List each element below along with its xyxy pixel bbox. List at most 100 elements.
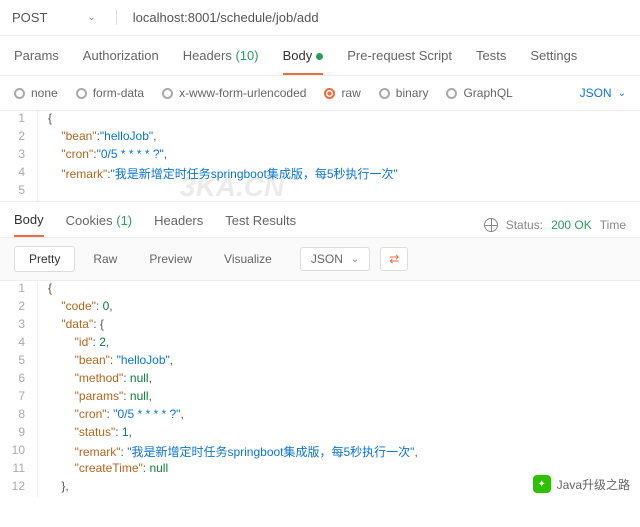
wrap-lines-button[interactable]: ⇄ bbox=[380, 247, 408, 271]
code-text: { bbox=[48, 111, 52, 125]
resp-tab-headers[interactable]: Headers bbox=[154, 213, 203, 236]
radio-icon bbox=[162, 88, 173, 99]
code-text: : bbox=[123, 389, 130, 403]
tab-prerequest[interactable]: Pre-request Script bbox=[347, 48, 452, 75]
code-text: null bbox=[130, 389, 149, 403]
line-number: 8 bbox=[0, 407, 38, 425]
code-text: , bbox=[109, 299, 112, 313]
radio-binary-label: binary bbox=[396, 86, 429, 100]
code-text: , bbox=[129, 425, 132, 439]
code-text: "createTime" bbox=[75, 461, 143, 475]
tab-headers[interactable]: Headers (10) bbox=[183, 48, 259, 75]
line-number: 12 bbox=[0, 479, 38, 497]
status-label: Status: bbox=[506, 218, 543, 232]
raw-button[interactable]: Raw bbox=[79, 247, 131, 271]
code-text: : bbox=[115, 425, 122, 439]
http-method-select[interactable]: POST ⌄ bbox=[12, 10, 117, 25]
radio-icon bbox=[446, 88, 457, 99]
code-text: "bean" bbox=[61, 129, 96, 143]
line-number: 7 bbox=[0, 389, 38, 407]
radio-none[interactable]: none bbox=[14, 86, 58, 100]
method-label: POST bbox=[12, 10, 47, 25]
preview-button[interactable]: Preview bbox=[135, 247, 206, 271]
response-editor[interactable]: 1{ 2 "code": 0, 3 "data": { 4 "id": 2, 5… bbox=[0, 281, 640, 497]
line-number: 4 bbox=[0, 335, 38, 353]
code-text: : { bbox=[93, 317, 104, 331]
code-text: "helloJob" bbox=[100, 129, 153, 143]
line-number: 5 bbox=[0, 183, 38, 201]
globe-icon[interactable] bbox=[484, 218, 498, 232]
tab-authorization[interactable]: Authorization bbox=[83, 48, 159, 75]
code-text: 2 bbox=[99, 335, 106, 349]
code-text: , bbox=[164, 147, 167, 161]
code-text: "remark" bbox=[61, 167, 107, 181]
code-text: "cron" bbox=[75, 407, 107, 421]
response-format-select[interactable]: JSON ⌄ bbox=[300, 247, 370, 271]
request-editor[interactable]: 1{ 2 "bean":"helloJob", 3 "cron":"0/5 * … bbox=[0, 111, 640, 201]
code-text: "0/5 * * * * ?" bbox=[113, 407, 180, 421]
code-text: : bbox=[123, 371, 130, 385]
chevron-down-icon: ⌄ bbox=[351, 254, 359, 265]
radio-graphql[interactable]: GraphQL bbox=[446, 86, 512, 100]
line-number: 1 bbox=[0, 281, 38, 299]
code-text: , bbox=[149, 371, 152, 385]
radio-raw[interactable]: raw bbox=[324, 86, 360, 100]
radio-icon bbox=[76, 88, 87, 99]
radio-graphql-label: GraphQL bbox=[463, 86, 512, 100]
resp-tab-body[interactable]: Body bbox=[14, 212, 44, 237]
resp-tab-cookies[interactable]: Cookies (1) bbox=[66, 213, 132, 236]
line-number: 2 bbox=[0, 129, 38, 147]
visualize-button[interactable]: Visualize bbox=[210, 247, 286, 271]
line-number: 3 bbox=[0, 147, 38, 165]
resp-cookies-label: Cookies bbox=[66, 213, 113, 228]
line-number: 9 bbox=[0, 425, 38, 443]
code-text: "status" bbox=[75, 425, 116, 439]
code-text: : bbox=[110, 353, 117, 367]
body-format-label: JSON bbox=[580, 86, 612, 100]
tab-settings[interactable]: Settings bbox=[530, 48, 577, 75]
code-text: "我是新增定时任务springboot集成版，每5秒执行一次" bbox=[127, 445, 414, 459]
radio-none-label: none bbox=[31, 86, 58, 100]
radio-urlencoded-label: x-www-form-urlencoded bbox=[179, 86, 306, 100]
code-text: , bbox=[149, 389, 152, 403]
tab-params[interactable]: Params bbox=[14, 48, 59, 75]
format-label: JSON bbox=[311, 252, 343, 266]
response-tabs: Body Cookies (1) Headers Test Results St… bbox=[0, 201, 640, 237]
code-text: , bbox=[414, 445, 417, 459]
radio-raw-label: raw bbox=[341, 86, 360, 100]
line-number: 1 bbox=[0, 111, 38, 129]
radio-formdata[interactable]: form-data bbox=[76, 86, 144, 100]
body-format-select[interactable]: JSON⌄ bbox=[580, 86, 626, 100]
code-text: null bbox=[130, 371, 149, 385]
line-number: 11 bbox=[0, 461, 38, 479]
radio-icon bbox=[379, 88, 390, 99]
body-type-row: none form-data x-www-form-urlencoded raw… bbox=[0, 76, 640, 111]
tab-body[interactable]: Body bbox=[283, 48, 324, 75]
code-text: , bbox=[170, 353, 173, 367]
request-tabs: Params Authorization Headers (10) Body P… bbox=[0, 36, 640, 76]
tab-tests[interactable]: Tests bbox=[476, 48, 506, 75]
line-number: 10 bbox=[0, 443, 38, 461]
code-text: "remark" bbox=[75, 445, 121, 459]
line-number: 6 bbox=[0, 371, 38, 389]
status-code: 200 OK bbox=[551, 218, 592, 232]
line-number: 5 bbox=[0, 353, 38, 371]
cookies-count: (1) bbox=[116, 213, 132, 228]
line-number: 3 bbox=[0, 317, 38, 335]
code-text: "method" bbox=[75, 371, 124, 385]
radio-icon bbox=[324, 88, 335, 99]
code-text: : bbox=[96, 299, 103, 313]
code-text: "helloJob" bbox=[117, 353, 170, 367]
wechat-icon: ✦ bbox=[533, 475, 551, 493]
resp-tab-results[interactable]: Test Results bbox=[225, 213, 296, 236]
code-text: , bbox=[180, 407, 183, 421]
pretty-button[interactable]: Pretty bbox=[14, 246, 75, 272]
code-text: "0/5 * * * * ?" bbox=[97, 147, 164, 161]
line-number: 2 bbox=[0, 299, 38, 317]
headers-count: (10) bbox=[235, 48, 258, 63]
url-input[interactable]: localhost:8001/schedule/job/add bbox=[117, 10, 319, 25]
code-text: "id" bbox=[75, 335, 93, 349]
code-text: { bbox=[48, 281, 52, 295]
radio-binary[interactable]: binary bbox=[379, 86, 429, 100]
radio-urlencoded[interactable]: x-www-form-urlencoded bbox=[162, 86, 306, 100]
